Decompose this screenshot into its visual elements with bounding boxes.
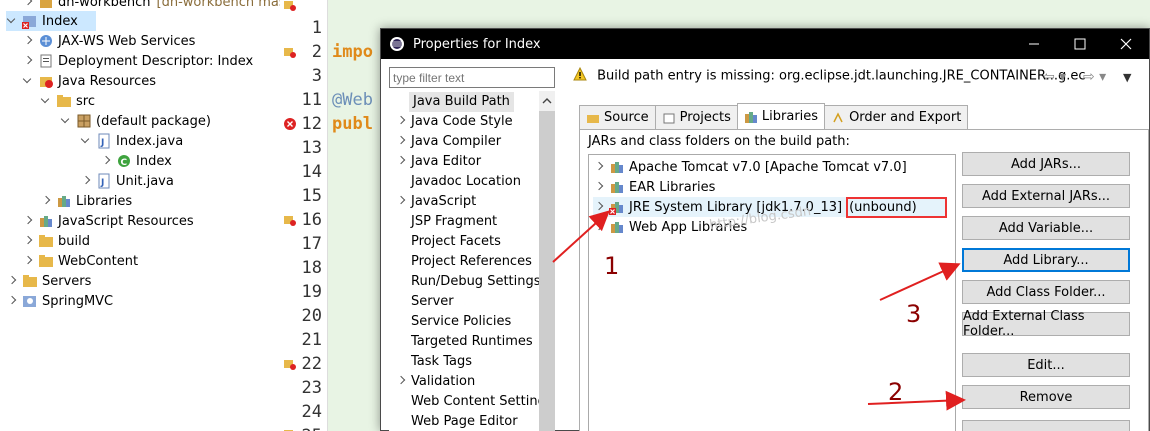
arrow-3	[879, 262, 961, 301]
arrow-1	[552, 210, 610, 263]
arrow-2	[867, 390, 966, 411]
annotation-number-1: 1	[604, 252, 620, 280]
annotation-number-2: 2	[888, 378, 904, 406]
eclipse-window: dn-workbench [dn-workbench maste Index J…	[0, 0, 1150, 431]
annotation-number-3: 3	[906, 300, 922, 328]
annotation-overlay	[552, 210, 966, 411]
